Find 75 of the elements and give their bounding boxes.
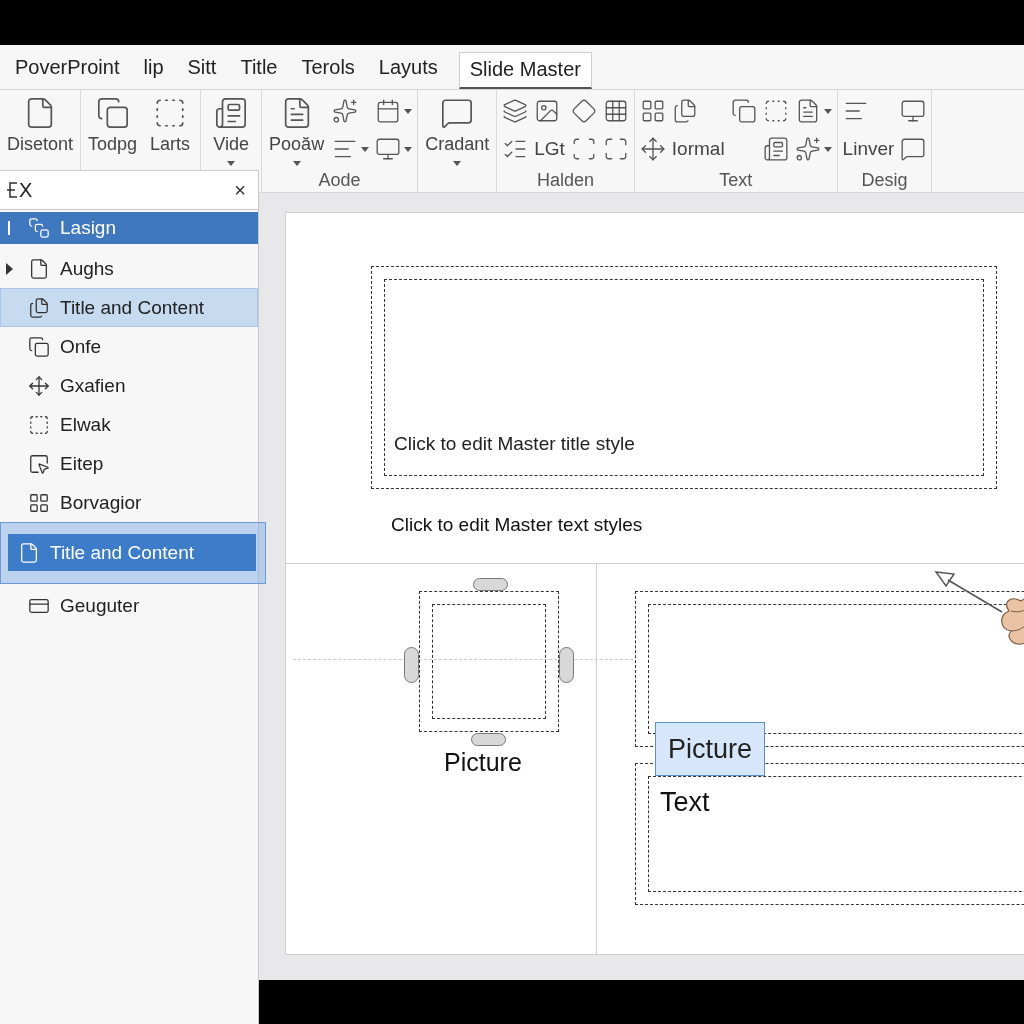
caret-icon [823,108,832,114]
layout-item[interactable]: Lasign [0,212,258,244]
title-placeholder[interactable]: Click to edit Master title style [371,266,997,489]
ribbon-button[interactable]: Larts [145,94,196,157]
placeholder-text: Click to edit Master title style [394,433,636,455]
ribbon-icon [214,96,249,130]
placeholder-text: Click to edit Master text styles [391,514,643,536]
ribbon-button[interactable]: Disetont [5,94,76,157]
layout-item[interactable]: Elwak [0,405,258,444]
layout-icon [28,374,50,397]
ribbon-icon [375,136,402,162]
ribbon-icon [440,96,475,130]
layout-icon [18,541,40,564]
resize-handle[interactable] [473,578,508,591]
resize-handle[interactable] [471,733,506,746]
master-marker-icon [8,221,10,235]
ribbon-icon [639,136,666,162]
ribbon-tab[interactable]: lip [132,53,175,89]
ribbon-icon [95,96,130,130]
ribbon-button[interactable]: LGt [534,134,565,164]
resize-handle[interactable] [404,647,419,683]
ribbon-tab[interactable]: Sitt [176,53,228,89]
ribbon-button[interactable]: Linver [842,134,895,164]
layout-item[interactable]: Title and Content [0,288,258,327]
dragged-layout-item[interactable]: Title and Content [8,534,256,571]
ribbon-icon [794,136,821,162]
ribbon-tab[interactable]: Layuts [367,53,449,89]
group-label: Halden [535,170,595,192]
caret-icon [404,108,413,114]
pane-title: X [6,178,33,202]
ribbon-tab[interactable]: Slide Master [458,52,592,89]
layout-icon [28,413,50,436]
caret-icon [404,146,413,152]
caret-icon [292,161,301,166]
layout-item[interactable]: Borvagior [0,483,258,522]
pane-icon [6,180,18,200]
layout-item[interactable]: Aughs [0,249,258,288]
caret-icon [361,146,370,152]
ribbon-tab[interactable]: Terols [290,53,366,89]
layout-icon [28,452,50,475]
picture-tag[interactable]: Picture [655,722,765,776]
caret-icon [453,161,462,166]
ribbon-icon [570,98,597,124]
ribbon-button[interactable]: Vide [206,94,257,168]
ribbon-icon [900,98,927,124]
ribbon-icon [730,98,757,124]
picture-caption: Picture [444,748,522,777]
ribbon-button[interactable]: Cradant [423,94,492,168]
layout-icon [28,491,50,514]
group-label: Desig [860,170,909,192]
ribbon-button[interactable]: Todpg [86,94,140,157]
layout-item[interactable]: Gxafien [0,366,258,405]
arrow-cursor-icon [934,570,1004,614]
layout-item[interactable]: Geuguter [0,586,258,625]
ribbon-button[interactable]: Iormal [671,134,725,164]
ribbon-tab[interactable]: PoverProint [4,53,131,89]
close-button[interactable]: × [230,178,250,202]
layout-item[interactable]: Onfe [0,327,258,366]
group-label: Aode [317,170,362,192]
ribbon-icon [762,136,789,162]
ribbon-icon [900,136,927,162]
group-label: Text [718,170,754,192]
layout-icon [28,217,50,239]
ribbon-tab[interactable]: Title [229,53,289,89]
layout-item[interactable]: Eitep [0,444,258,483]
layout-icon [28,335,50,358]
ribbon-icon [502,98,529,124]
layout-icon [28,257,50,280]
ribbon-button[interactable]: Pooăw [267,94,327,168]
caret-icon [823,146,832,152]
ribbon-icon [332,98,359,124]
expand-arrow-icon[interactable] [6,262,13,275]
resize-handle[interactable] [559,647,574,683]
layout-icon [28,296,50,319]
text-label: Text [660,787,710,818]
